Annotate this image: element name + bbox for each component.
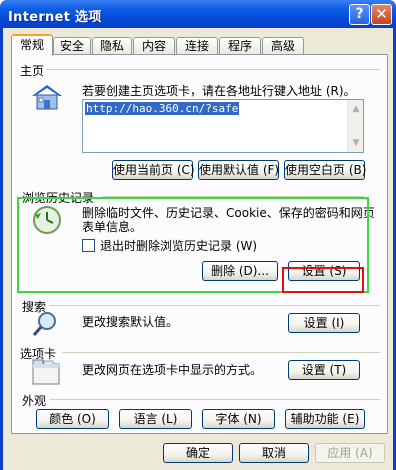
scroll-up-icon[interactable]: ▲ [351, 104, 361, 114]
appearance-divider [50, 399, 380, 400]
cancel-button[interactable]: 取消 [239, 443, 309, 463]
internet-options-dialog: Internet 选项 ? ✕ 常规 安全 隐私 内容 连接 程序 高级 主页 … [0, 0, 396, 470]
tab-security[interactable]: 安全 [53, 37, 91, 55]
search-settings-button[interactable]: 设置 (I) [288, 313, 360, 333]
home-url-value[interactable]: http://hao.360.cn/?safe [85, 102, 240, 115]
tab-programs[interactable]: 程序 [219, 37, 261, 55]
tab-general[interactable]: 常规 [11, 34, 53, 56]
dialog-body: 常规 安全 隐私 内容 连接 程序 高级 主页 若要创建主页选项卡，请在各地址行… [3, 28, 393, 470]
use-blank-button[interactable]: 使用空白页 (B) [284, 160, 366, 180]
colors-button[interactable]: 颜色 (O) [36, 409, 109, 429]
window-title: Internet 选项 [8, 10, 102, 25]
tabbed-window-icon [32, 359, 60, 385]
search-icon [32, 312, 56, 336]
fonts-button[interactable]: 字体 (N) [202, 409, 275, 429]
help-button[interactable]: ? [349, 4, 370, 25]
url-scrollbar[interactable]: ▲ ▼ [347, 100, 363, 152]
search-divider [50, 305, 380, 306]
settings-highlight-frame [282, 267, 364, 293]
home-url-textarea[interactable]: http://hao.360.cn/?safe ▲ ▼ [82, 99, 364, 153]
use-current-page-button[interactable]: 使用当前页 (C) [112, 160, 195, 180]
ok-button[interactable]: 确定 [163, 443, 233, 463]
apply-button[interactable]: 应用 (A) [315, 443, 385, 463]
tab-advanced[interactable]: 高级 [262, 37, 304, 55]
general-tab-page: 主页 若要创建主页选项卡，请在各地址行键入地址 (R)。 http://hao.… [11, 54, 388, 434]
tab-connections[interactable]: 连接 [176, 37, 218, 55]
appearance-section-title: 外观 [22, 394, 47, 408]
home-section-title: 主页 [20, 64, 45, 78]
tabs-divider [62, 352, 380, 353]
search-description: 更改搜索默认值。 [82, 315, 179, 329]
tabs-settings-button[interactable]: 设置 (T) [288, 360, 360, 380]
accessibility-button[interactable]: 辅助功能 (E) [285, 409, 365, 429]
languages-button[interactable]: 语言 (L) [119, 409, 192, 429]
house-icon [32, 85, 62, 110]
close-button[interactable]: ✕ [371, 4, 392, 25]
home-description: 若要创建主页选项卡，请在各地址行键入地址 (R)。 [82, 84, 356, 98]
scroll-down-icon[interactable]: ▼ [351, 138, 361, 148]
tab-content[interactable]: 内容 [133, 37, 175, 55]
tabs-description: 更改网页在选项卡中显示的方式。 [82, 363, 263, 377]
use-default-button[interactable]: 使用默认值 (F) [198, 160, 279, 180]
title-bar[interactable]: Internet 选项 ? ✕ [0, 0, 396, 28]
home-divider [46, 69, 380, 70]
tab-privacy[interactable]: 隐私 [92, 37, 132, 55]
